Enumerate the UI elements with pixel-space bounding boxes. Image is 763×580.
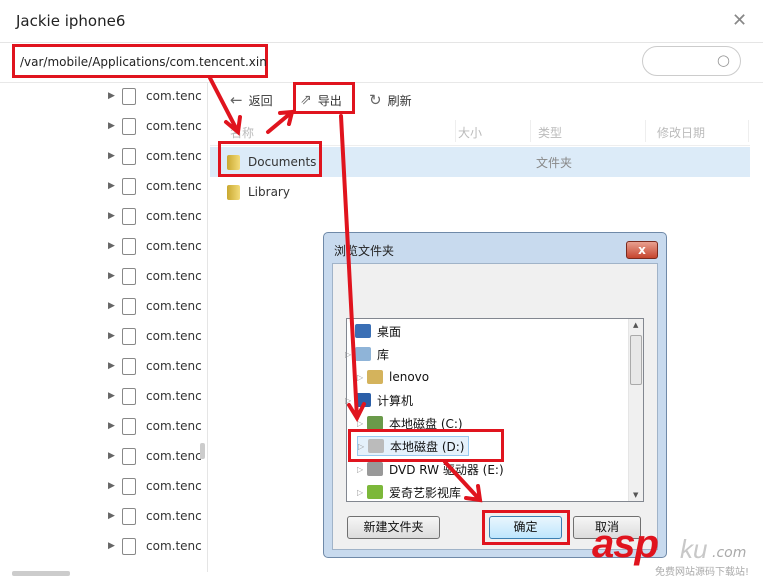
watermark-ku: ku xyxy=(680,534,708,564)
watermark-asp: asp xyxy=(592,522,659,566)
watermark-com: .com xyxy=(712,545,747,561)
annotation-arrows xyxy=(208,76,483,503)
watermark-slogan: 免费网站源码下载站! xyxy=(655,567,750,578)
